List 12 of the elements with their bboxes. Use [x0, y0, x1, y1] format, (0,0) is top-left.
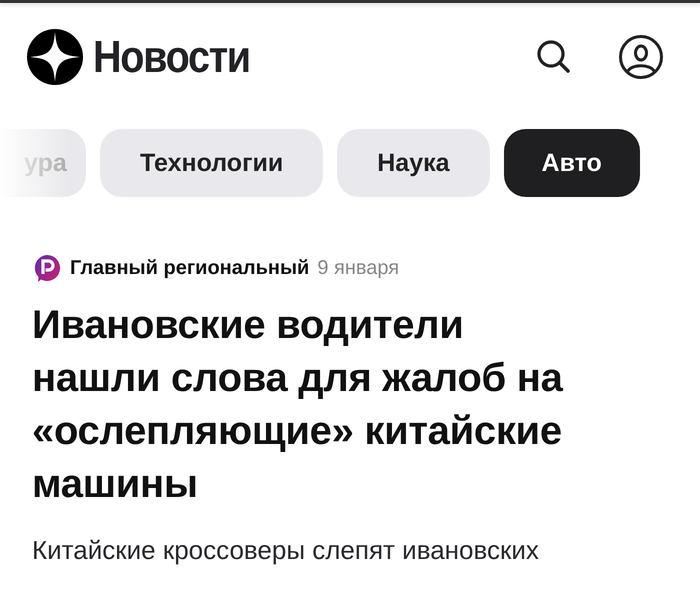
app-title: Новости: [93, 31, 250, 83]
article-snippet: Китайские кроссоверы слепят ивановских: [32, 535, 540, 566]
source-name[interactable]: Главный региональный: [70, 256, 310, 280]
logo-icon: [27, 29, 83, 85]
source-logo-icon: [32, 253, 62, 283]
category-tab[interactable]: Наука: [337, 129, 490, 197]
profile-button[interactable]: [618, 34, 664, 80]
user-icon: [618, 34, 664, 80]
category-tab[interactable]: Авто: [504, 129, 640, 197]
publish-date: 9 января: [317, 256, 400, 280]
article-headline: Ивановские водители нашли слова для жалоб на «ослепляющие» китайские машины: [32, 302, 564, 508]
category-tab[interactable]: Технологии: [100, 129, 324, 197]
